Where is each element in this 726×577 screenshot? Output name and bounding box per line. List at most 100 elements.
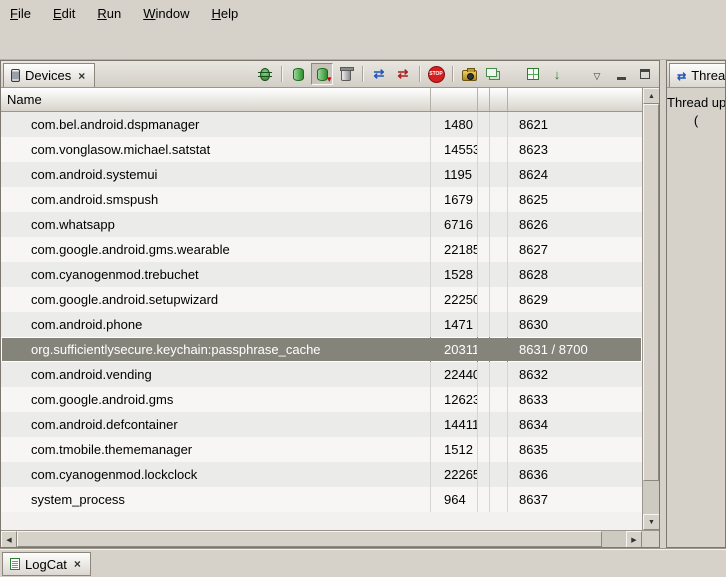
- table-row[interactable]: com.google.android.gms 12623 8633: [1, 387, 642, 412]
- pid-cell: 14553: [431, 137, 478, 162]
- process-name-cell: com.whatsapp: [1, 212, 431, 237]
- scroll-up-icon[interactable]: [643, 88, 659, 104]
- table-row[interactable]: com.google.android.gms.wearable 22185 86…: [1, 237, 642, 262]
- pid-cell: 1480: [431, 112, 478, 137]
- tab-threads[interactable]: Threads: [669, 63, 725, 87]
- horizontal-scroll-thumb[interactable]: [17, 531, 602, 547]
- cause-gc-button[interactable]: [335, 63, 357, 85]
- screen-capture-button[interactable]: [458, 63, 480, 85]
- extra-cell: [490, 237, 508, 262]
- process-name-cell: com.android.smspush: [1, 187, 431, 212]
- process-name-cell: system_process: [1, 487, 431, 512]
- port-cell: 8632: [508, 362, 642, 387]
- extra-cell: [478, 187, 490, 212]
- table-row[interactable]: com.cyanogenmod.trebuchet 1528 8628: [1, 262, 642, 287]
- table-row[interactable]: com.android.systemui 1195 8624: [1, 162, 642, 187]
- scroll-right-icon[interactable]: [626, 531, 642, 548]
- table-row[interactable]: com.cyanogenmod.lockclock 22265 8636: [1, 462, 642, 487]
- tab-devices[interactable]: Devices: [3, 63, 95, 87]
- vertical-scrollbar[interactable]: [642, 88, 659, 530]
- pid-cell: 6716: [431, 212, 478, 237]
- update-heap-icon: [293, 68, 304, 81]
- frames-icon: [486, 68, 497, 77]
- table-row[interactable]: system_process 964 8637: [1, 487, 642, 512]
- process-name-cell: com.cyanogenmod.trebuchet: [1, 262, 431, 287]
- menu-item-file[interactable]: File: [10, 6, 31, 21]
- extra-cell: [478, 137, 490, 162]
- pid-cell: 1195: [431, 162, 478, 187]
- debug-bug-icon: [260, 68, 270, 81]
- extra-cell: [478, 212, 490, 237]
- table-row[interactable]: com.vonglasow.michael.satstat 14553 8623: [1, 137, 642, 162]
- process-table-wrap: Name com.bel.android.dspmanager 1480 862…: [1, 88, 659, 530]
- column-header-extra1[interactable]: [478, 88, 490, 111]
- devices-tabstrip: Devices STOP: [1, 61, 659, 88]
- down-arrow-icon: [554, 67, 561, 82]
- scroll-down-icon[interactable]: [643, 514, 659, 530]
- extra-cell: [478, 362, 490, 387]
- toolbar-separator: [452, 66, 453, 82]
- screen-record-button[interactable]: [482, 63, 504, 85]
- update-heap-button[interactable]: [287, 63, 309, 85]
- column-header-port[interactable]: [508, 88, 642, 111]
- table-row[interactable]: com.bel.android.dspmanager 1480 8621: [1, 112, 642, 137]
- update-threads-button[interactable]: [368, 63, 390, 85]
- pid-cell: 12623: [431, 387, 478, 412]
- process-name-cell: com.android.phone: [1, 312, 431, 337]
- pid-cell: 14411: [431, 412, 478, 437]
- table-row[interactable]: com.tmobile.thememanager 1512 8635: [1, 437, 642, 462]
- view-hierarchy-button[interactable]: [522, 63, 544, 85]
- table-row[interactable]: com.android.vending 22440 8632: [1, 362, 642, 387]
- view-menu-button[interactable]: [586, 63, 608, 85]
- vertical-scroll-thumb[interactable]: [643, 104, 659, 481]
- process-name-cell: com.android.systemui: [1, 162, 431, 187]
- menu-item-run[interactable]: Run: [97, 6, 121, 21]
- tab-logcat-label: LogCat: [25, 557, 67, 572]
- threads-message-line1: Thread up: [667, 94, 725, 112]
- stop-process-button[interactable]: STOP: [425, 63, 447, 85]
- menu-item-window[interactable]: Window: [143, 6, 189, 21]
- method-profiling-button[interactable]: [392, 63, 414, 85]
- systrace-button[interactable]: [546, 63, 568, 85]
- table-row[interactable]: com.google.android.setupwizard 22250 862…: [1, 287, 642, 312]
- tab-logcat[interactable]: LogCat: [2, 552, 91, 576]
- pid-cell: 22265: [431, 462, 478, 487]
- menu-item-help[interactable]: Help: [211, 6, 238, 21]
- threads-panel: Threads Thread up (: [666, 60, 726, 548]
- table-row[interactable]: org.sufficientlysecure.keychain:passphra…: [1, 337, 642, 362]
- main-toolbar: [0, 26, 726, 60]
- menu-item-edit[interactable]: Edit: [53, 6, 75, 21]
- extra-cell: [478, 237, 490, 262]
- table-row[interactable]: com.android.defcontainer 14411 8634: [1, 412, 642, 437]
- process-table: Name com.bel.android.dspmanager 1480 862…: [1, 88, 642, 530]
- scroll-left-icon[interactable]: [1, 531, 17, 548]
- pid-cell: 1528: [431, 262, 478, 287]
- table-row[interactable]: com.android.phone 1471 8630: [1, 312, 642, 337]
- dump-hprof-icon: [317, 68, 328, 81]
- debug-process-button[interactable]: [254, 63, 276, 85]
- table-row[interactable]: com.whatsapp 6716 8626: [1, 212, 642, 237]
- dump-hprof-button[interactable]: [311, 63, 333, 85]
- close-icon[interactable]: [72, 558, 83, 570]
- update-threads-icon: [374, 66, 385, 82]
- vertical-scroll-track[interactable]: [643, 104, 659, 514]
- horizontal-scroll-row: [1, 530, 659, 547]
- column-header-pid[interactable]: [431, 88, 478, 111]
- maximize-button[interactable]: [634, 63, 656, 85]
- threads-tabstrip: Threads: [667, 61, 725, 88]
- toolbar-separator: [281, 66, 282, 82]
- tab-threads-label: Threads: [691, 68, 725, 83]
- column-header-extra2[interactable]: [490, 88, 508, 111]
- port-cell: 8634: [508, 412, 642, 437]
- devices-toolbar: STOP: [254, 61, 659, 87]
- port-cell: 8637: [508, 487, 642, 512]
- logcat-icon: [10, 558, 20, 570]
- horizontal-scroll-track[interactable]: [17, 531, 626, 547]
- horizontal-scrollbar[interactable]: [1, 531, 642, 547]
- extra-cell: [490, 287, 508, 312]
- close-icon[interactable]: [76, 70, 87, 82]
- column-header-name[interactable]: Name: [1, 88, 431, 111]
- minimize-button[interactable]: [610, 63, 632, 85]
- device-icon: [11, 69, 20, 82]
- table-row[interactable]: com.android.smspush 1679 8625: [1, 187, 642, 212]
